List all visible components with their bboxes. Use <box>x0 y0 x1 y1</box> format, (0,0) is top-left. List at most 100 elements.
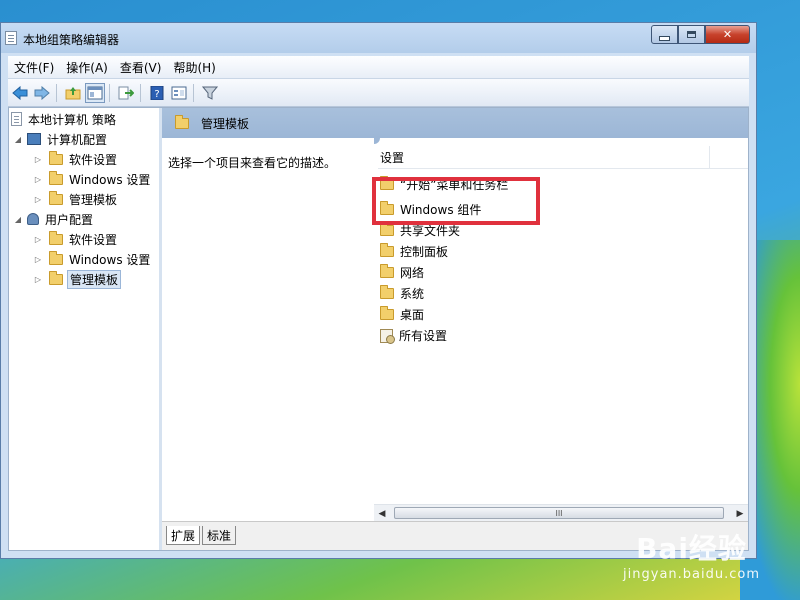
properties-button[interactable] <box>169 83 189 103</box>
tab-standard[interactable]: 标准 <box>202 526 237 545</box>
list-item-control-panel[interactable]: 控制面板 <box>380 241 448 262</box>
group-policy-editor-window: 本地组策略编辑器 ✕ 文件(F) 操作(A) 查看(V) 帮助(H) ? 本地计… <box>0 22 757 559</box>
title-bar[interactable]: 本地组策略编辑器 ✕ <box>1 23 756 53</box>
folder-icon <box>380 243 394 257</box>
forward-button[interactable] <box>32 83 52 103</box>
scroll-grip-icon: III <box>555 508 563 518</box>
close-button[interactable]: ✕ <box>705 25 750 44</box>
tree-item-user-config[interactable]: ◢ 用户配置 <box>13 210 95 228</box>
folder-icon <box>380 285 394 299</box>
tree-item-label: 计算机配置 <box>47 132 108 147</box>
collapsed-arrow-icon[interactable]: ▷ <box>33 155 43 164</box>
folder-icon <box>380 306 394 320</box>
menu-help[interactable]: 帮助(H) <box>167 59 221 76</box>
folder-icon <box>380 222 394 236</box>
collapsed-arrow-icon[interactable]: ▷ <box>33 275 43 284</box>
folder-icon <box>380 264 394 278</box>
filter-button[interactable] <box>200 83 220 103</box>
tree-item-computer-windows-settings[interactable]: ▷ Windows 设置 <box>33 170 152 188</box>
tree-item-computer-admin-templates[interactable]: ▷ 管理模板 <box>33 190 119 208</box>
tree-item-computer-software-settings[interactable]: ▷ 软件设置 <box>33 150 119 168</box>
column-header-extra[interactable] <box>709 146 748 168</box>
minimize-button[interactable] <box>651 25 678 44</box>
watermark-logo-text: Bai经验 <box>623 527 760 567</box>
toolbar-separator <box>109 83 110 102</box>
computer-icon <box>27 133 41 145</box>
scroll-right-button[interactable]: ▶ <box>732 505 748 522</box>
tree-item-user-software-settings[interactable]: ▷ 软件设置 <box>33 230 119 248</box>
up-folder-button[interactable] <box>63 83 83 103</box>
scroll-left-icon: ◀ <box>378 508 386 519</box>
export-icon <box>118 86 134 99</box>
list-item-label: 桌面 <box>400 308 425 322</box>
tree-item-label: 用户配置 <box>45 212 94 227</box>
export-list-button[interactable] <box>116 83 136 103</box>
filter-icon <box>202 86 218 100</box>
collapsed-arrow-icon[interactable]: ▷ <box>33 255 43 264</box>
folder-icon <box>49 150 63 165</box>
close-icon: ✕ <box>722 28 733 41</box>
tree-item-computer-config[interactable]: ◢ 计算机配置 <box>13 130 109 148</box>
menu-view[interactable]: 查看(V) <box>114 59 168 76</box>
menu-bar: 文件(F) 操作(A) 查看(V) 帮助(H) <box>8 56 749 79</box>
menu-action[interactable]: 操作(A) <box>60 59 114 76</box>
tab-extended[interactable]: 扩展 <box>166 526 201 545</box>
tree-item-user-windows-settings[interactable]: ▷ Windows 设置 <box>33 250 152 268</box>
collapsed-arrow-icon[interactable]: ▷ <box>33 235 43 244</box>
list-item-label: 网络 <box>400 266 425 280</box>
forward-icon <box>34 85 50 100</box>
watermark-url: jingyan.baidu.com <box>623 567 760 582</box>
folder-icon <box>49 270 63 285</box>
folder-icon <box>49 190 63 205</box>
help-icon: ? <box>150 85 164 100</box>
list-item-label: 系统 <box>400 287 425 301</box>
list-item-network[interactable]: 网络 <box>380 262 424 283</box>
collapsed-arrow-icon[interactable]: ▷ <box>33 195 43 204</box>
minimize-icon <box>659 35 670 41</box>
folder-icon <box>49 230 63 245</box>
column-header-label: 设置 <box>380 150 405 165</box>
description-text: 选择一个项目来查看它的描述。 <box>168 156 337 170</box>
baidu-jingyan-watermark: Bai经验 jingyan.baidu.com <box>623 527 760 582</box>
horizontal-scrollbar[interactable]: ◀ III ▶ <box>374 504 748 522</box>
details-pane: 管理模板 选择一个项目来查看它的描述。 设置 “开始”菜单和任务栏 Window… <box>162 108 748 550</box>
scroll-right-icon: ▶ <box>736 508 744 519</box>
tree-item-user-admin-templates[interactable]: ▷ 管理模板 <box>33 269 122 289</box>
pane-title: 管理模板 <box>201 116 250 131</box>
description-panel: 选择一个项目来查看它的描述。 <box>162 138 374 522</box>
tree-item-label: 本地计算机 策略 <box>28 112 116 127</box>
svg-text:?: ? <box>154 89 159 100</box>
highlight-annotation-box <box>372 177 540 225</box>
tree-item-label: 软件设置 <box>69 152 118 167</box>
list-item-desktop[interactable]: 桌面 <box>380 304 424 325</box>
tree-item-local-computer-policy[interactable]: 本地计算机 策略 <box>11 110 118 128</box>
back-button[interactable] <box>10 83 30 103</box>
toolbar: ? <box>8 79 749 107</box>
tab-label: 扩展 <box>171 528 196 543</box>
maximize-button[interactable] <box>678 25 705 44</box>
column-header-settings[interactable]: 设置 <box>378 146 748 169</box>
tree-item-label: 管理模板 <box>67 269 122 289</box>
list-item-all-settings[interactable]: 所有设置 <box>380 325 447 346</box>
scroll-left-button[interactable]: ◀ <box>374 505 390 522</box>
all-settings-icon <box>380 328 395 344</box>
window-title: 本地组策略编辑器 <box>23 33 120 47</box>
help-button[interactable]: ? <box>147 83 167 103</box>
list-item-system[interactable]: 系统 <box>380 283 424 304</box>
toolbar-separator <box>140 83 141 102</box>
list-corner <box>374 138 380 144</box>
show-hide-tree-button[interactable] <box>85 82 105 103</box>
folder-icon <box>49 170 63 185</box>
tree-item-label: Windows 设置 <box>69 172 151 187</box>
maximize-icon <box>687 31 696 38</box>
properties-icon <box>171 86 187 99</box>
scroll-thumb[interactable]: III <box>394 507 724 519</box>
up-folder-icon <box>65 86 81 99</box>
tree-item-label: 管理模板 <box>69 192 118 207</box>
expanded-arrow-icon[interactable]: ◢ <box>13 135 23 144</box>
app-icon <box>5 31 17 45</box>
collapsed-arrow-icon[interactable]: ▷ <box>33 175 43 184</box>
policy-document-icon <box>11 112 22 126</box>
menu-file[interactable]: 文件(F) <box>8 59 60 76</box>
expanded-arrow-icon[interactable]: ◢ <box>13 215 23 224</box>
